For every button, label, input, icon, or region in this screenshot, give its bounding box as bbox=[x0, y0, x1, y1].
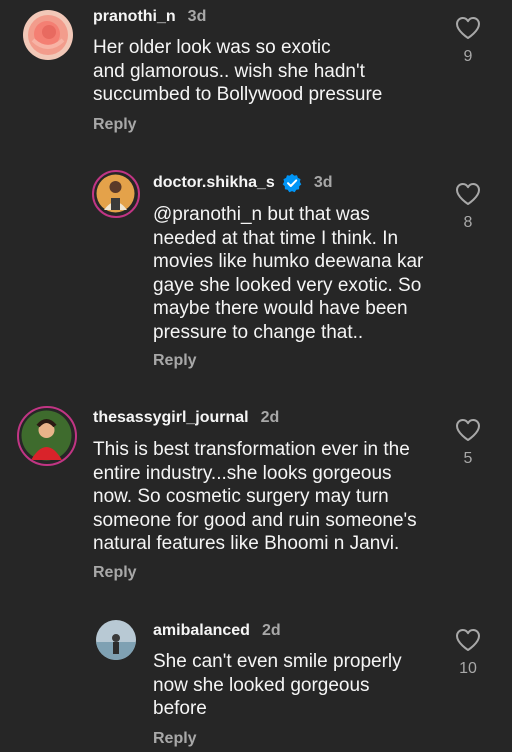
username[interactable]: pranothi_n bbox=[93, 7, 176, 27]
reply-button[interactable]: Reply bbox=[153, 730, 197, 748]
like-count: 9 bbox=[463, 48, 473, 65]
beach-avatar-image bbox=[96, 620, 136, 660]
rose-avatar-image bbox=[23, 10, 73, 60]
comment-text: She can't even smile properly now she lo… bbox=[153, 651, 402, 719]
comment-meta: amibalanced 2d bbox=[153, 621, 281, 641]
username[interactable]: thesassygirl_journal bbox=[93, 408, 249, 428]
timestamp: 2d bbox=[261, 622, 281, 639]
like-button[interactable]: 10 bbox=[454, 628, 482, 678]
comment-text: Her older look was so exotic and glamoro… bbox=[93, 37, 383, 105]
heart-outline-icon bbox=[456, 183, 480, 205]
heart-outline-icon bbox=[456, 629, 480, 651]
heart-outline-icon bbox=[456, 419, 480, 441]
comment-item: amibalanced 2d She can't even smile prop… bbox=[0, 612, 512, 752]
like-button[interactable]: 5 bbox=[454, 418, 482, 468]
comment-meta: pranothi_n 3d bbox=[93, 7, 206, 27]
like-count: 8 bbox=[463, 214, 473, 231]
comment-meta: doctor.shikha_s 3d bbox=[153, 173, 333, 193]
avatar[interactable] bbox=[17, 406, 77, 466]
girl-avatar-image bbox=[21, 410, 72, 461]
comment-item: doctor.shikha_s 3d @pranothi_n but that … bbox=[0, 160, 512, 380]
timestamp: 3d bbox=[187, 8, 207, 25]
like-button[interactable]: 9 bbox=[454, 16, 482, 66]
like-count: 5 bbox=[463, 450, 473, 467]
avatar[interactable] bbox=[92, 170, 140, 218]
comment-meta: thesassygirl_journal 2d bbox=[93, 408, 279, 428]
heart-outline-icon bbox=[456, 17, 480, 39]
reply-button[interactable]: Reply bbox=[93, 116, 137, 134]
like-count: 10 bbox=[459, 660, 477, 677]
reply-button[interactable]: Reply bbox=[93, 564, 137, 582]
comment-item: thesassygirl_journal 2d This is best tra… bbox=[0, 400, 512, 590]
timestamp: 2d bbox=[260, 409, 280, 426]
avatar[interactable] bbox=[23, 10, 73, 60]
username[interactable]: doctor.shikha_s bbox=[153, 173, 275, 193]
reply-button[interactable]: Reply bbox=[153, 352, 197, 370]
comment-text: This is best transformation ever in the … bbox=[93, 439, 417, 554]
comment-text: @pranothi_n but that was needed at that … bbox=[153, 204, 424, 343]
comment-item: pranothi_n 3d Her older look was so exot… bbox=[0, 0, 512, 150]
username[interactable]: amibalanced bbox=[153, 621, 250, 641]
verified-badge-icon bbox=[282, 173, 302, 193]
doctor-avatar-image bbox=[96, 174, 135, 213]
like-button[interactable]: 8 bbox=[454, 182, 482, 232]
avatar[interactable] bbox=[96, 620, 136, 660]
timestamp: 3d bbox=[313, 174, 333, 191]
